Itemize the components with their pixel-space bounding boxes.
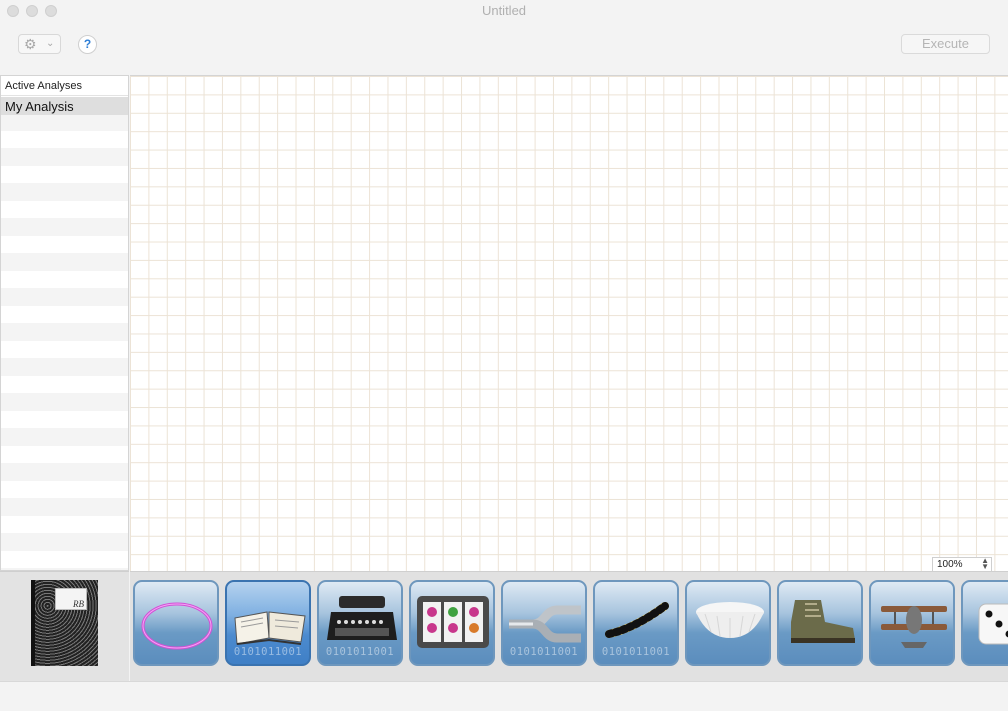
coffee-filter-icon (696, 602, 764, 638)
tile-binary: 0101011001 (325, 646, 395, 658)
chevron-down-icon: ⌄ (46, 38, 55, 49)
action-menu-button[interactable]: ⚙ ⌄ (18, 34, 61, 54)
zoom-field[interactable]: 100% ▲ ▼ (932, 557, 992, 572)
list-item-my-analysis[interactable]: My Analysis (1, 97, 128, 115)
zoom-value: 100% (937, 559, 963, 570)
tool-tile-biplane[interactable] (869, 580, 955, 666)
title-bar: Untitled (0, 0, 1008, 22)
slot-machine-icon (417, 596, 489, 648)
tool-tile-dice[interactable] (961, 580, 1008, 666)
notebook-panel: RB (0, 571, 129, 681)
notebook-icon[interactable]: RB (31, 580, 98, 666)
analysis-canvas[interactable] (130, 75, 1008, 571)
tool-tile-filter[interactable] (685, 580, 771, 666)
tool-tile-caterpillar[interactable]: 0101011001 (593, 580, 679, 666)
dice-icon (978, 603, 1008, 645)
list-stripes (1, 96, 128, 570)
ring-icon (141, 602, 213, 650)
tool-tile-ring[interactable] (133, 580, 219, 666)
tile-binary: 0101011001 (601, 646, 671, 658)
gear-icon: ⚙ (24, 36, 37, 52)
zoom-stepper[interactable]: ▲ ▼ (981, 557, 989, 571)
help-button[interactable]: ? (78, 35, 97, 54)
tool-tile-typewriter[interactable]: 0101011001 (317, 580, 403, 666)
tool-tile-boot[interactable] (777, 580, 863, 666)
tile-binary: 0101011001 (233, 646, 303, 658)
notebook-label: RB (55, 588, 87, 610)
tool-tile-slot-machine[interactable] (409, 580, 495, 666)
window-title: Untitled (481, 3, 527, 18)
tile-binary: 0101011001 (509, 646, 579, 658)
tool-tile-pipe[interactable]: 0101011001 (501, 580, 587, 666)
biplane-icon (881, 606, 947, 648)
list-header: Active Analyses (1, 76, 128, 96)
tool-tile-book[interactable]: 0101011001 (225, 580, 311, 666)
status-bar (0, 681, 1008, 711)
boot-icon (791, 600, 855, 643)
active-analyses-list: Active Analyses My Analysis (0, 75, 129, 571)
execute-button[interactable]: Execute (901, 34, 990, 54)
tool-palette: 0101011001 0101011001 0101011001 0101011… (130, 571, 1008, 681)
